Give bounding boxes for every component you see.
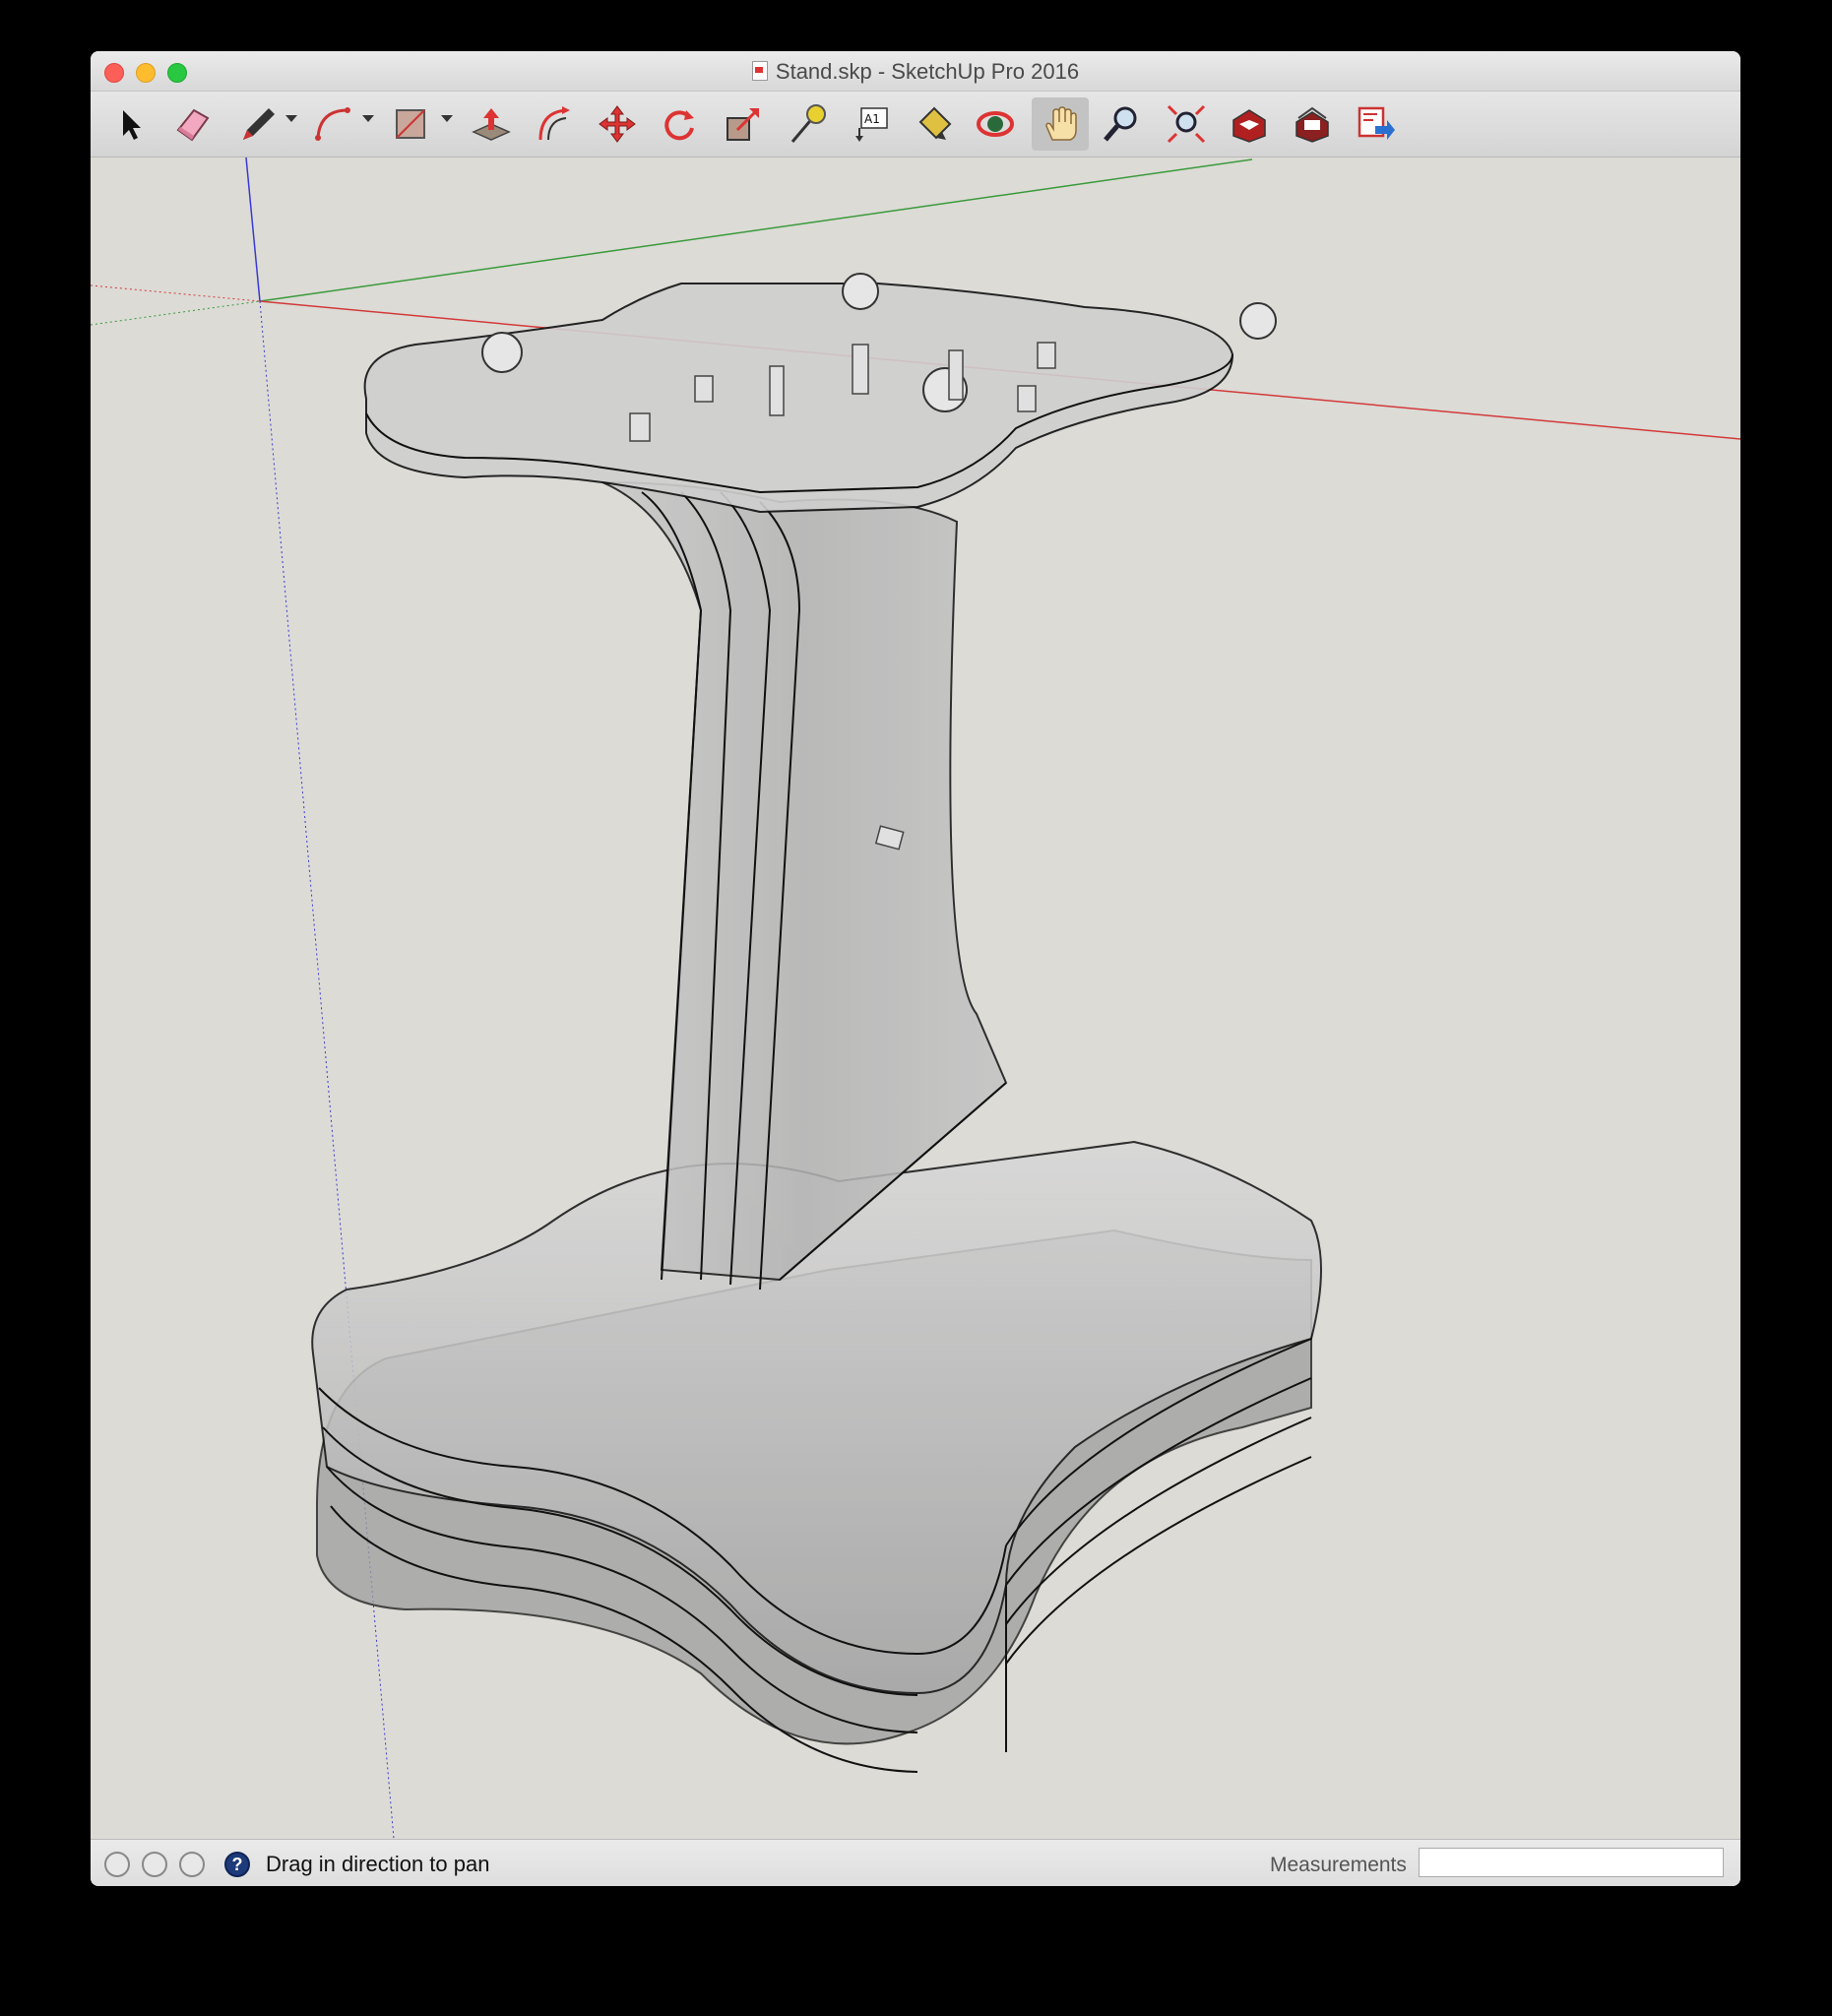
blue-axis	[245, 158, 261, 302]
zoom-tool-button[interactable]	[1093, 97, 1150, 151]
extension-warehouse-icon	[1295, 106, 1329, 143]
green-axis	[259, 158, 1253, 302]
document-icon	[751, 61, 768, 81]
status-bar: ? Drag in direction to pan Measurements	[91, 1839, 1740, 1886]
arc-tool-button[interactable]	[305, 97, 362, 151]
layout-icon	[1358, 106, 1395, 140]
extension-warehouse-button[interactable]	[1284, 97, 1341, 151]
push-pull-icon	[472, 108, 511, 141]
magnifier-icon	[1104, 106, 1137, 142]
green-axis-hidden	[91, 300, 261, 326]
measurements-label: Measurements	[1270, 1854, 1407, 1876]
model-scene	[91, 158, 1740, 1839]
geo-location-icon[interactable]	[104, 1852, 130, 1877]
measurements-field[interactable]	[1419, 1848, 1724, 1877]
window-title: Stand.skp - SketchUp Pro 2016	[91, 59, 1740, 85]
eraser-icon	[176, 108, 210, 142]
tape-measure-icon	[790, 104, 826, 143]
3d-warehouse-button[interactable]	[1221, 97, 1278, 151]
orbit-icon	[977, 111, 1014, 137]
zoom-extents-icon	[1167, 104, 1206, 144]
svg-text:A1: A1	[864, 112, 880, 126]
offset-tool-button[interactable]	[526, 97, 583, 151]
arc-icon	[315, 107, 350, 141]
paint-bucket-icon	[918, 106, 952, 140]
help-icon[interactable]: ?	[224, 1852, 250, 1877]
zoom-extents-tool-button[interactable]	[1158, 97, 1215, 151]
rectangle-icon	[396, 109, 425, 139]
shapes-tool-dropdown[interactable]	[441, 115, 453, 122]
send-to-layout-button[interactable]	[1347, 97, 1404, 151]
3d-viewport[interactable]	[91, 158, 1740, 1839]
offset-icon	[538, 106, 570, 141]
title-bar[interactable]: Stand.skp - SketchUp Pro 2016	[91, 51, 1740, 92]
rotate-tool-button[interactable]	[650, 97, 707, 151]
arrow-cursor-icon	[123, 110, 141, 140]
text-label-icon: A1	[855, 107, 888, 142]
push-pull-tool-button[interactable]	[463, 97, 520, 151]
status-hint: Drag in direction to pan	[266, 1852, 490, 1876]
toolbar: A1	[91, 92, 1740, 158]
hand-icon	[1045, 106, 1077, 141]
pan-tool-button[interactable]	[1032, 97, 1089, 151]
select-tool-button[interactable]	[102, 97, 159, 151]
eraser-tool-button[interactable]	[163, 97, 221, 151]
arc-tool-dropdown[interactable]	[362, 115, 374, 122]
line-tool-button[interactable]	[230, 97, 287, 151]
top-plate	[363, 283, 1234, 514]
blue-axis-hidden	[259, 300, 395, 1839]
red-axis-hidden	[91, 284, 261, 302]
move-icon	[599, 105, 636, 143]
line-tool-dropdown[interactable]	[285, 115, 297, 122]
pencil-icon	[243, 108, 275, 140]
rotate-icon	[664, 110, 694, 141]
user-account-icon[interactable]	[179, 1852, 205, 1877]
scale-icon	[726, 108, 759, 141]
move-tool-button[interactable]	[589, 97, 646, 151]
scale-tool-button[interactable]	[715, 97, 772, 151]
orbit-tool-button[interactable]	[967, 97, 1024, 151]
credits-icon[interactable]	[142, 1852, 167, 1877]
paint-bucket-tool-button[interactable]	[906, 97, 963, 151]
shapes-tool-button[interactable]	[382, 97, 439, 151]
warehouse-icon	[1232, 109, 1266, 143]
window-title-text: Stand.skp - SketchUp Pro 2016	[775, 59, 1080, 84]
sketchup-window: Stand.skp - SketchUp Pro 2016 A1 ? Drag …	[91, 51, 1740, 1886]
tape-measure-tool-button[interactable]	[780, 97, 837, 151]
text-tool-button[interactable]: A1	[843, 97, 900, 151]
